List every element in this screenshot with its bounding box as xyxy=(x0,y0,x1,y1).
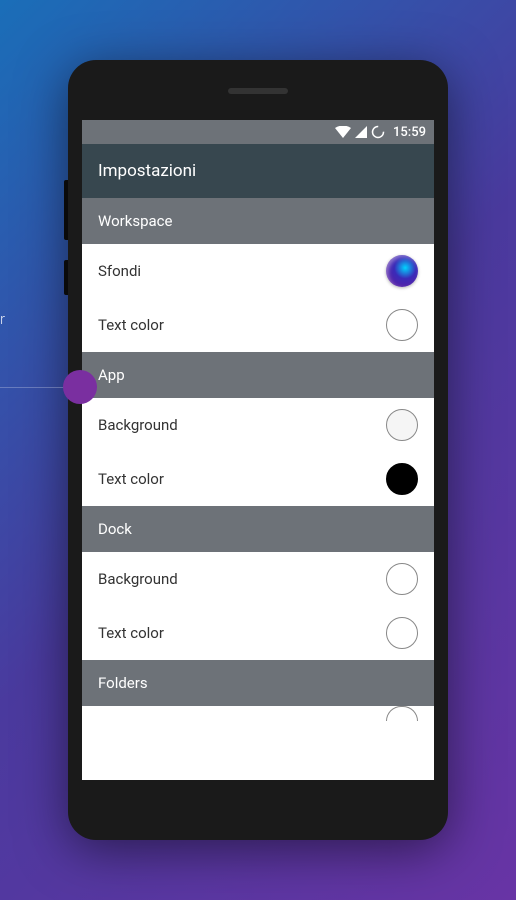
phone-speaker xyxy=(228,88,288,94)
setting-label: Background xyxy=(98,416,178,434)
setting-label: Text color xyxy=(98,624,164,642)
setting-row-dock-background[interactable]: Background xyxy=(82,552,434,606)
cell-signal-icon xyxy=(355,126,367,138)
section-header-folders: Folders xyxy=(82,660,434,706)
setting-label: Text color xyxy=(98,316,164,334)
floating-purple-dot xyxy=(63,370,97,404)
color-swatch-gradient[interactable] xyxy=(386,255,418,287)
setting-label: Text color xyxy=(98,470,164,488)
setting-row-workspace-textcolor[interactable]: Text color xyxy=(82,298,434,352)
setting-row-sfondi[interactable]: Sfondi xyxy=(82,244,434,298)
setting-row-partial[interactable] xyxy=(82,706,434,726)
section-header-dock: Dock xyxy=(82,506,434,552)
phone-power-button xyxy=(64,260,68,295)
setting-label: Background xyxy=(98,570,178,588)
color-swatch-partial[interactable] xyxy=(386,706,418,721)
section-header-app: App xyxy=(82,352,434,398)
setting-row-dock-textcolor[interactable]: Text color xyxy=(82,606,434,660)
status-bar: 15:59 xyxy=(82,120,434,144)
color-swatch-black[interactable] xyxy=(386,463,418,495)
phone-frame: 15:59 Impostazioni Workspace Sfondi Text… xyxy=(68,60,448,840)
phone-volume-button xyxy=(64,180,68,240)
wifi-icon xyxy=(335,126,351,138)
page-title: Impostazioni xyxy=(82,144,434,198)
setting-row-app-background[interactable]: Background xyxy=(82,398,434,452)
color-swatch-white[interactable] xyxy=(386,617,418,649)
background-text-fragment: r xyxy=(0,310,5,328)
setting-row-app-textcolor[interactable]: Text color xyxy=(82,452,434,506)
color-swatch-white[interactable] xyxy=(386,563,418,595)
color-swatch-light[interactable] xyxy=(386,409,418,441)
setting-label: Sfondi xyxy=(98,262,141,280)
section-header-workspace: Workspace xyxy=(82,198,434,244)
color-swatch-white[interactable] xyxy=(386,309,418,341)
status-time: 15:59 xyxy=(393,125,426,140)
settings-content[interactable]: Impostazioni Workspace Sfondi Text color… xyxy=(82,144,434,780)
loading-icon xyxy=(371,125,385,139)
phone-screen: 15:59 Impostazioni Workspace Sfondi Text… xyxy=(82,120,434,780)
